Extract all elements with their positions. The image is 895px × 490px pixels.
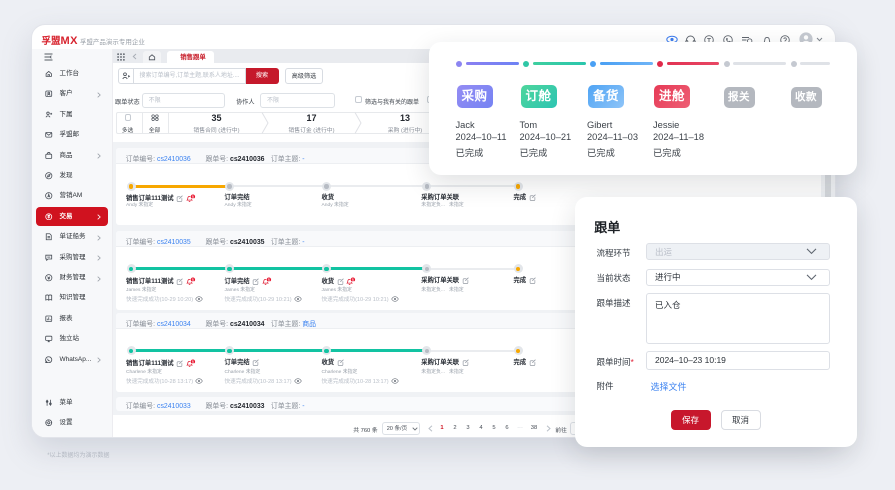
svg-text:1: 1 bbox=[191, 278, 194, 283]
svg-text:1: 1 bbox=[352, 278, 355, 283]
svg-text:1: 1 bbox=[267, 278, 270, 283]
svg-text:1: 1 bbox=[191, 360, 194, 365]
svg-text:1: 1 bbox=[191, 195, 194, 200]
